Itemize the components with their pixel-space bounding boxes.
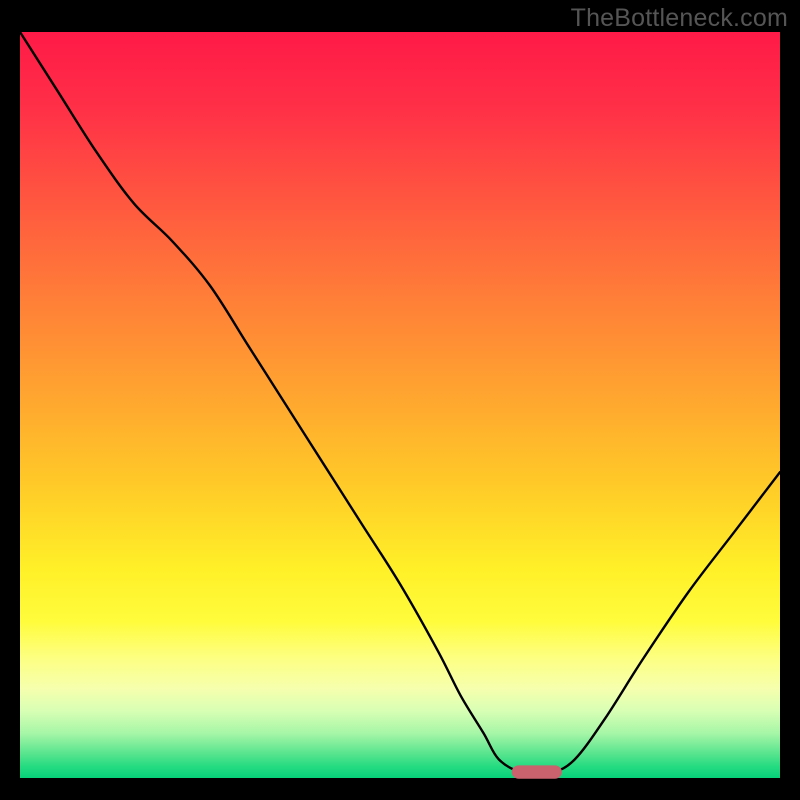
chart-frame: TheBottleneck.com [0, 0, 800, 800]
optimum-marker [512, 765, 562, 778]
gradient-background [20, 32, 780, 778]
bottleneck-chart [0, 0, 800, 800]
